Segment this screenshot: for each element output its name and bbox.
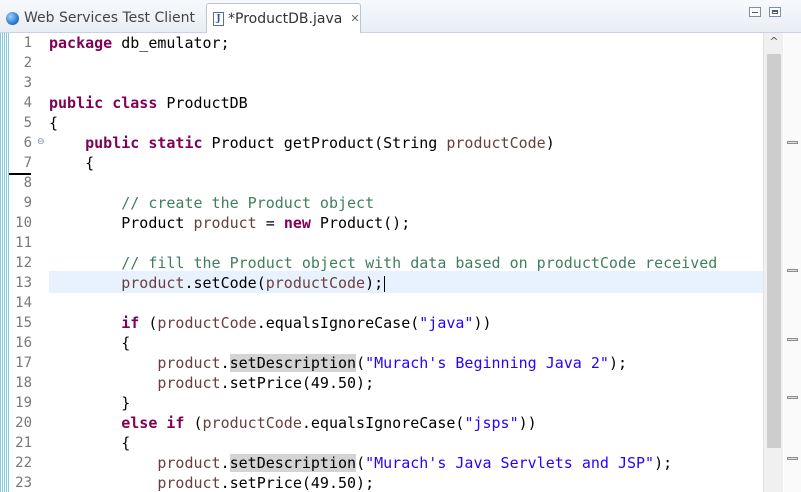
line-number: 4 xyxy=(23,95,32,111)
overview-ruler[interactable] xyxy=(784,33,801,492)
globe-icon xyxy=(6,11,19,25)
code-line: product.setPrice(49.50); xyxy=(157,374,375,392)
occurrence-highlight: setDescription xyxy=(229,354,357,372)
code-line: { xyxy=(85,154,95,172)
code-line: // create the Product object xyxy=(121,194,375,212)
code-line: { xyxy=(49,114,59,132)
text-caret xyxy=(384,275,386,292)
overview-marker[interactable] xyxy=(787,269,798,272)
line-number: 19 xyxy=(15,395,32,411)
code-line: Product product = new Product(); xyxy=(121,214,411,232)
line-number: 17 xyxy=(15,355,32,371)
line-number: 9 xyxy=(23,195,32,211)
change-ruler xyxy=(0,33,9,492)
java-file-icon: J xyxy=(213,11,224,26)
close-icon[interactable]: ✕ xyxy=(350,12,359,25)
code-line: // fill the Product object with data bas… xyxy=(121,254,718,272)
line-number: 23 xyxy=(15,475,32,491)
code-line: product.setPrice(49.50); xyxy=(157,474,375,492)
code-line: } xyxy=(121,394,131,412)
line-number-ruler: 1 2 3 4 5 6 7 8 9 10 11 12 13 14 15 16 17 18 19 20 21 22 23 xyxy=(10,33,32,492)
line-number: 6 xyxy=(23,135,32,151)
code-line: else if (productCode.equalsIgnoreCase("j… xyxy=(121,414,537,432)
occurrence-highlight: setDescription xyxy=(229,454,357,472)
code-line: public class ProductDB xyxy=(49,94,248,112)
line-number: 22 xyxy=(15,455,32,471)
tab-productdb-java[interactable]: J *ProductDB.java ✕ xyxy=(206,3,361,33)
overview-marker[interactable] xyxy=(787,141,798,144)
code-line: product.setDescription("Murach's Beginni… xyxy=(157,354,627,372)
line-number: 10 xyxy=(15,215,32,231)
line-number: 15 xyxy=(15,315,32,331)
line-number: 11 xyxy=(15,235,32,251)
tab-web-services-test-client[interactable]: Web Services Test Client xyxy=(0,3,202,33)
overview-marker[interactable] xyxy=(787,457,798,460)
maximize-icon[interactable] xyxy=(769,7,781,17)
editor-tab-bar: Web Services Test Client J *ProductDB.ja… xyxy=(0,0,801,33)
overview-marker[interactable] xyxy=(787,338,798,341)
code-line: if (productCode.equalsIgnoreCase("java")… xyxy=(121,314,492,332)
scroll-up-arrow-icon[interactable]: ^ xyxy=(764,35,784,51)
code-line: { xyxy=(121,334,131,352)
tab-label: *ProductDB.java xyxy=(228,10,343,27)
line-number: 16 xyxy=(15,335,32,351)
vertical-scrollbar[interactable]: ^ xyxy=(763,33,783,492)
code-line: package db_emulator; xyxy=(49,34,230,52)
scrollbar-thumb[interactable] xyxy=(767,54,781,448)
line-number: 3 xyxy=(23,75,32,91)
code-line: public static Product getProduct(String … xyxy=(85,134,555,152)
minimize-icon[interactable] xyxy=(749,7,761,17)
line-number: 20 xyxy=(15,415,32,431)
line-number: 14 xyxy=(15,295,32,311)
overview-marker[interactable] xyxy=(787,396,798,399)
line-number: 12 xyxy=(15,255,32,271)
line-number: 18 xyxy=(15,375,32,391)
line-number: 5 xyxy=(23,115,32,131)
window-controls xyxy=(749,7,781,17)
line-number: 7 xyxy=(23,155,32,171)
line-number: 2 xyxy=(23,55,32,71)
code-line: { xyxy=(121,434,131,452)
code-editor[interactable]: 1 2 3 4 5 6 7 8 9 10 11 12 13 14 15 16 17 18 19 20 21 22 23 ⊖ … xyxy=(0,33,801,492)
line-number: 21 xyxy=(15,435,32,451)
code-text[interactable]: package db_emulator; public class Produc… xyxy=(49,33,764,492)
line-number: 13 xyxy=(15,275,32,291)
line-number: 1 xyxy=(23,35,32,51)
code-line: product.setDescription("Murach's Java Se… xyxy=(157,454,673,472)
line-number: 8 xyxy=(23,175,32,191)
tab-label: Web Services Test Client xyxy=(24,10,196,26)
fold-collapse-icon[interactable]: ⊖ xyxy=(37,137,45,147)
code-line-current: product.setCode(productCode); xyxy=(121,274,386,292)
